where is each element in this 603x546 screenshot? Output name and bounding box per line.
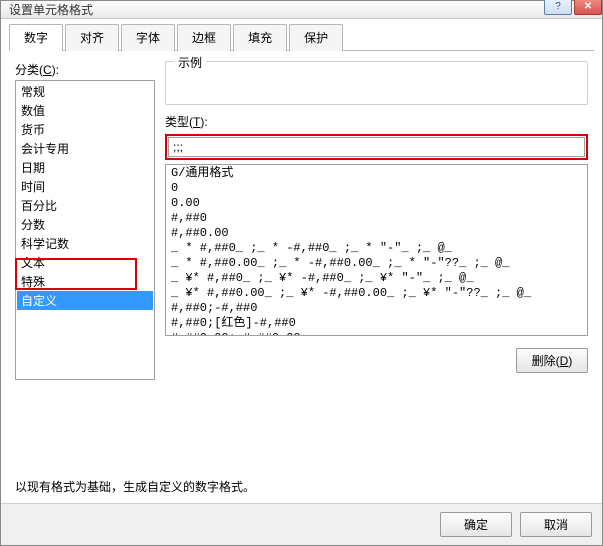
type-item[interactable]: #,##0.00;-#,##0.00 (167, 331, 586, 336)
category-item-currency[interactable]: 货币 (17, 120, 153, 139)
category-item-text[interactable]: 文本 (17, 253, 153, 272)
tab-border[interactable]: 边框 (177, 24, 231, 51)
hint-text: 以现有格式为基础，生成自定义的数字格式。 (15, 478, 588, 495)
right-column: 示例 类型(T): G/通用格式 0 0.00 #,##0 #,##0.00 (155, 61, 588, 458)
type-label: 类型(T): (165, 113, 588, 130)
type-item[interactable]: 0.00 (167, 196, 586, 211)
tab-alignment[interactable]: 对齐 (65, 24, 119, 51)
help-button[interactable]: ? (544, 0, 572, 15)
type-item[interactable]: #,##0;[红色]-#,##0 (167, 316, 586, 331)
footer: 确定 取消 (1, 503, 602, 545)
type-item[interactable]: #,##0 (167, 211, 586, 226)
category-label: 分类(C): (15, 61, 155, 78)
title-bar: 设置单元格格式 ? ✕ (1, 1, 602, 19)
type-item[interactable]: G/通用格式 (167, 166, 586, 181)
category-item-scientific[interactable]: 科学记数 (17, 234, 153, 253)
window-buttons: ? ✕ (542, 0, 602, 15)
tab-content: 分类(C): 常规 数值 货币 会计专用 日期 时间 百分比 分数 科学记数 (9, 51, 594, 495)
cancel-button[interactable]: 取消 (520, 512, 592, 537)
tab-fill[interactable]: 填充 (233, 24, 287, 51)
type-item[interactable]: _ ¥* #,##0_ ;_ ¥* -#,##0_ ;_ ¥* "-"_ ;_ … (167, 271, 586, 286)
tab-strip: 数字 对齐 字体 边框 填充 保护 (9, 23, 594, 51)
category-item-general[interactable]: 常规 (17, 82, 153, 101)
category-item-percentage[interactable]: 百分比 (17, 196, 153, 215)
type-item[interactable]: #,##0;-#,##0 (167, 301, 586, 316)
type-item[interactable]: 0 (167, 181, 586, 196)
tab-font[interactable]: 字体 (121, 24, 175, 51)
delete-row: 删除(D) (165, 348, 588, 373)
window-title: 设置单元格格式 (9, 3, 93, 17)
category-item-fraction[interactable]: 分数 (17, 215, 153, 234)
category-item-custom[interactable]: 自定义 (17, 291, 153, 310)
tab-number[interactable]: 数字 (9, 24, 63, 51)
type-item[interactable]: _ * #,##0.00_ ;_ * -#,##0.00_ ;_ * "-"??… (167, 256, 586, 271)
tab-protection[interactable]: 保护 (289, 24, 343, 51)
sample-caption: 示例 (174, 54, 206, 71)
ok-button[interactable]: 确定 (440, 512, 512, 537)
category-item-special[interactable]: 特殊 (17, 272, 153, 291)
type-item[interactable]: _ ¥* #,##0.00_ ;_ ¥* -#,##0.00_ ;_ ¥* "-… (167, 286, 586, 301)
type-list[interactable]: G/通用格式 0 0.00 #,##0 #,##0.00 _ * #,##0_ … (165, 164, 588, 336)
sample-group: 示例 (165, 61, 588, 105)
type-item[interactable]: #,##0.00 (167, 226, 586, 241)
type-input[interactable] (168, 137, 585, 157)
category-list-wrap: 常规 数值 货币 会计专用 日期 时间 百分比 分数 科学记数 文本 特殊 自定… (15, 80, 155, 458)
close-button[interactable]: ✕ (574, 0, 602, 15)
category-item-date[interactable]: 日期 (17, 158, 153, 177)
type-item[interactable]: _ * #,##0_ ;_ * -#,##0_ ;_ * "-"_ ;_ @_ (167, 241, 586, 256)
category-item-time[interactable]: 时间 (17, 177, 153, 196)
category-item-accounting[interactable]: 会计专用 (17, 139, 153, 158)
category-column: 分类(C): 常规 数值 货币 会计专用 日期 时间 百分比 分数 科学记数 (15, 61, 155, 458)
type-input-highlight (165, 134, 588, 160)
format-cells-dialog: 设置单元格格式 ? ✕ 数字 对齐 字体 边框 填充 保护 分类(C): (0, 0, 603, 546)
dialog-body: 数字 对齐 字体 边框 填充 保护 分类(C): 常规 数值 货 (1, 19, 602, 503)
category-item-number[interactable]: 数值 (17, 101, 153, 120)
category-list[interactable]: 常规 数值 货币 会计专用 日期 时间 百分比 分数 科学记数 文本 特殊 自定… (15, 80, 155, 380)
main-row: 分类(C): 常规 数值 货币 会计专用 日期 时间 百分比 分数 科学记数 (15, 61, 588, 458)
delete-button[interactable]: 删除(D) (516, 348, 588, 373)
